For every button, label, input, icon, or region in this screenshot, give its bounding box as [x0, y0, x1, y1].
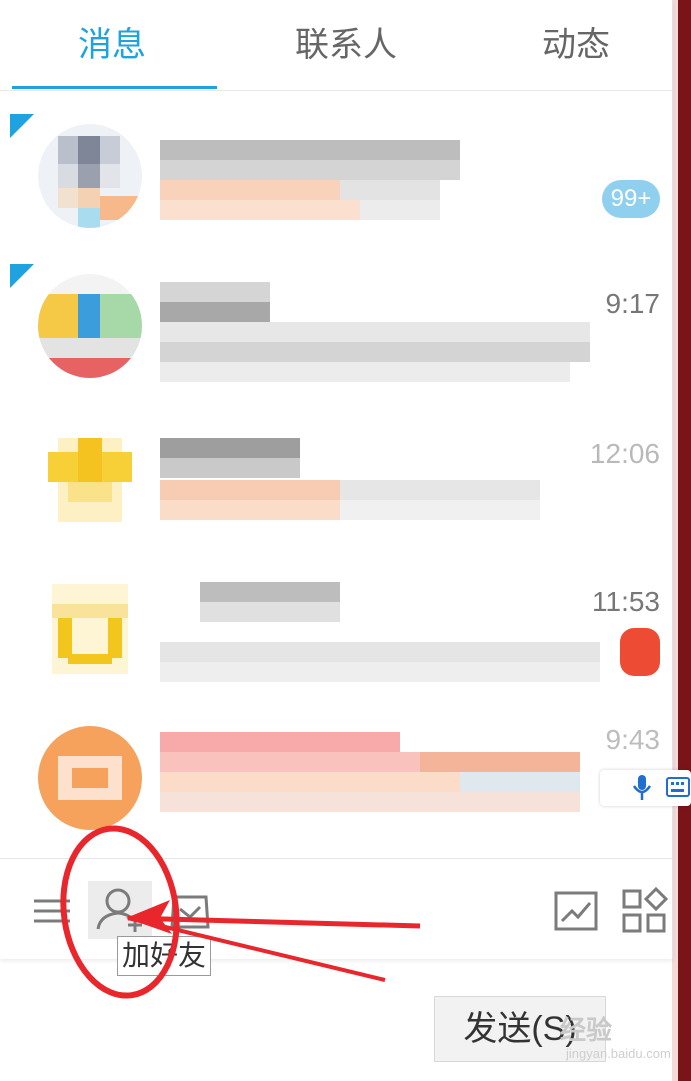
tab-bar: 消息 联系人 动态 [0, 0, 672, 91]
conversation-row[interactable]: 99+ [0, 110, 672, 260]
contact-name-redacted [160, 438, 300, 478]
trend-chart-icon[interactable] [552, 887, 600, 935]
conversation-row[interactable]: 9:43 [0, 710, 672, 860]
bottom-toolbar [0, 858, 672, 959]
add-friend-tooltip: 加好友 [117, 936, 212, 976]
input-method-bar [600, 770, 691, 806]
message-preview-redacted [160, 732, 580, 812]
conversation-row[interactable]: 9:17 [0, 260, 672, 410]
tab-contacts[interactable]: 联系人 [236, 20, 456, 70]
avatar [38, 274, 142, 378]
message-preview-redacted [160, 322, 590, 382]
avatar [38, 574, 142, 678]
contact-name-redacted [160, 140, 460, 180]
keyboard-icon[interactable] [666, 776, 690, 798]
add-friend-icon[interactable] [88, 881, 152, 939]
tab-feeds[interactable]: 动态 [466, 20, 686, 70]
conversation-row[interactable]: 11:53 [0, 560, 672, 710]
background-window [678, 0, 691, 1081]
message-preview-redacted [160, 642, 600, 682]
conversation-list: 99+ 9:17 12:06 11:53 9:43 [0, 92, 672, 857]
message-time: 11:53 [592, 586, 660, 617]
contact-name-redacted [160, 282, 270, 322]
menu-icon[interactable] [28, 887, 76, 935]
microphone-icon[interactable] [632, 774, 652, 802]
unread-marker [10, 114, 34, 138]
avatar [38, 124, 142, 228]
message-preview-redacted [160, 180, 440, 220]
watermark: 经验 [560, 1015, 613, 1045]
avatar [38, 428, 142, 532]
app-box-icon[interactable] [166, 887, 214, 935]
unread-count-badge [620, 628, 660, 676]
unread-marker [10, 264, 34, 288]
tab-messages[interactable]: 消息 [2, 20, 222, 70]
message-preview-redacted [160, 480, 540, 520]
qq-main-panel: 消息 联系人 动态 99+ 9:17 12:06 11:53 9:43 [0, 0, 673, 959]
apps-grid-icon[interactable] [620, 886, 669, 935]
avatar [38, 726, 142, 830]
message-time: 12:06 [589, 438, 660, 469]
message-time: 9:17 [605, 288, 661, 319]
watermark-url: jingyan.baidu.com [566, 1046, 671, 1061]
unread-count-badge: 99+ [602, 180, 660, 218]
contact-name-redacted [200, 582, 340, 622]
active-tab-indicator [12, 86, 217, 89]
conversation-row[interactable]: 12:06 [0, 410, 672, 560]
message-time: 9:43 [605, 724, 661, 755]
